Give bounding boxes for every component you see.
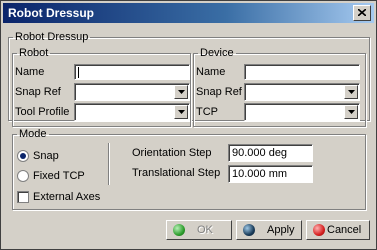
chevron-down-icon[interactable] <box>344 85 358 99</box>
external-axes-label[interactable]: External Axes <box>33 191 100 203</box>
orientation-step-label: Orientation Step <box>132 147 212 159</box>
fixed-tcp-radio[interactable] <box>17 170 29 182</box>
robot-snap-ref-label: Snap Ref <box>15 86 61 98</box>
device-tcp-label: TCP <box>196 106 218 118</box>
close-icon <box>358 9 366 16</box>
external-axes-checkbox[interactable] <box>17 191 29 203</box>
mode-separator <box>108 143 109 185</box>
device-name-input[interactable] <box>244 64 360 80</box>
chevron-down-icon[interactable] <box>174 105 188 119</box>
chevron-down-icon[interactable] <box>174 85 188 99</box>
robot-tool-profile-label: Tool Profile <box>15 106 70 118</box>
apply-button[interactable]: Apply <box>236 220 302 240</box>
orientation-step-input[interactable]: 90.000 deg <box>228 144 313 162</box>
window-title: Robot Dressup <box>8 6 95 20</box>
robot-dressup-dialog: Robot Dressup Robot Dressup Robot Name S… <box>0 0 377 250</box>
device-name-label: Name <box>196 66 226 78</box>
chevron-down-icon[interactable] <box>344 105 358 119</box>
snap-radio-label[interactable]: Snap <box>33 150 59 162</box>
apply-icon <box>243 224 255 236</box>
snap-radio[interactable] <box>17 150 29 162</box>
device-legend: Device <box>200 47 234 59</box>
device-tcp-combo[interactable] <box>244 103 360 121</box>
title-bar[interactable]: Robot Dressup <box>3 3 374 23</box>
close-button[interactable] <box>353 5 371 21</box>
text-caret <box>78 67 79 78</box>
ok-button[interactable]: OK <box>166 220 232 240</box>
cancel-icon <box>313 224 325 236</box>
translational-step-input[interactable]: 10.000 mm <box>228 165 313 183</box>
device-snap-ref-combo[interactable] <box>244 83 360 101</box>
mode-legend: Mode <box>19 128 47 140</box>
robot-tool-profile-combo[interactable] <box>74 103 190 121</box>
fixed-tcp-radio-label[interactable]: Fixed TCP <box>33 170 85 182</box>
robot-name-input[interactable] <box>74 64 190 80</box>
cancel-button[interactable]: Cancel <box>306 220 370 240</box>
robot-name-label: Name <box>15 66 45 78</box>
ok-icon <box>173 224 185 236</box>
robot-snap-ref-combo[interactable] <box>74 83 190 101</box>
robot-legend: Robot <box>19 47 49 59</box>
device-snap-ref-label: Snap Ref <box>196 86 242 98</box>
robot-dressup-legend: Robot Dressup <box>15 31 89 43</box>
translational-step-label: Translational Step <box>132 167 221 179</box>
